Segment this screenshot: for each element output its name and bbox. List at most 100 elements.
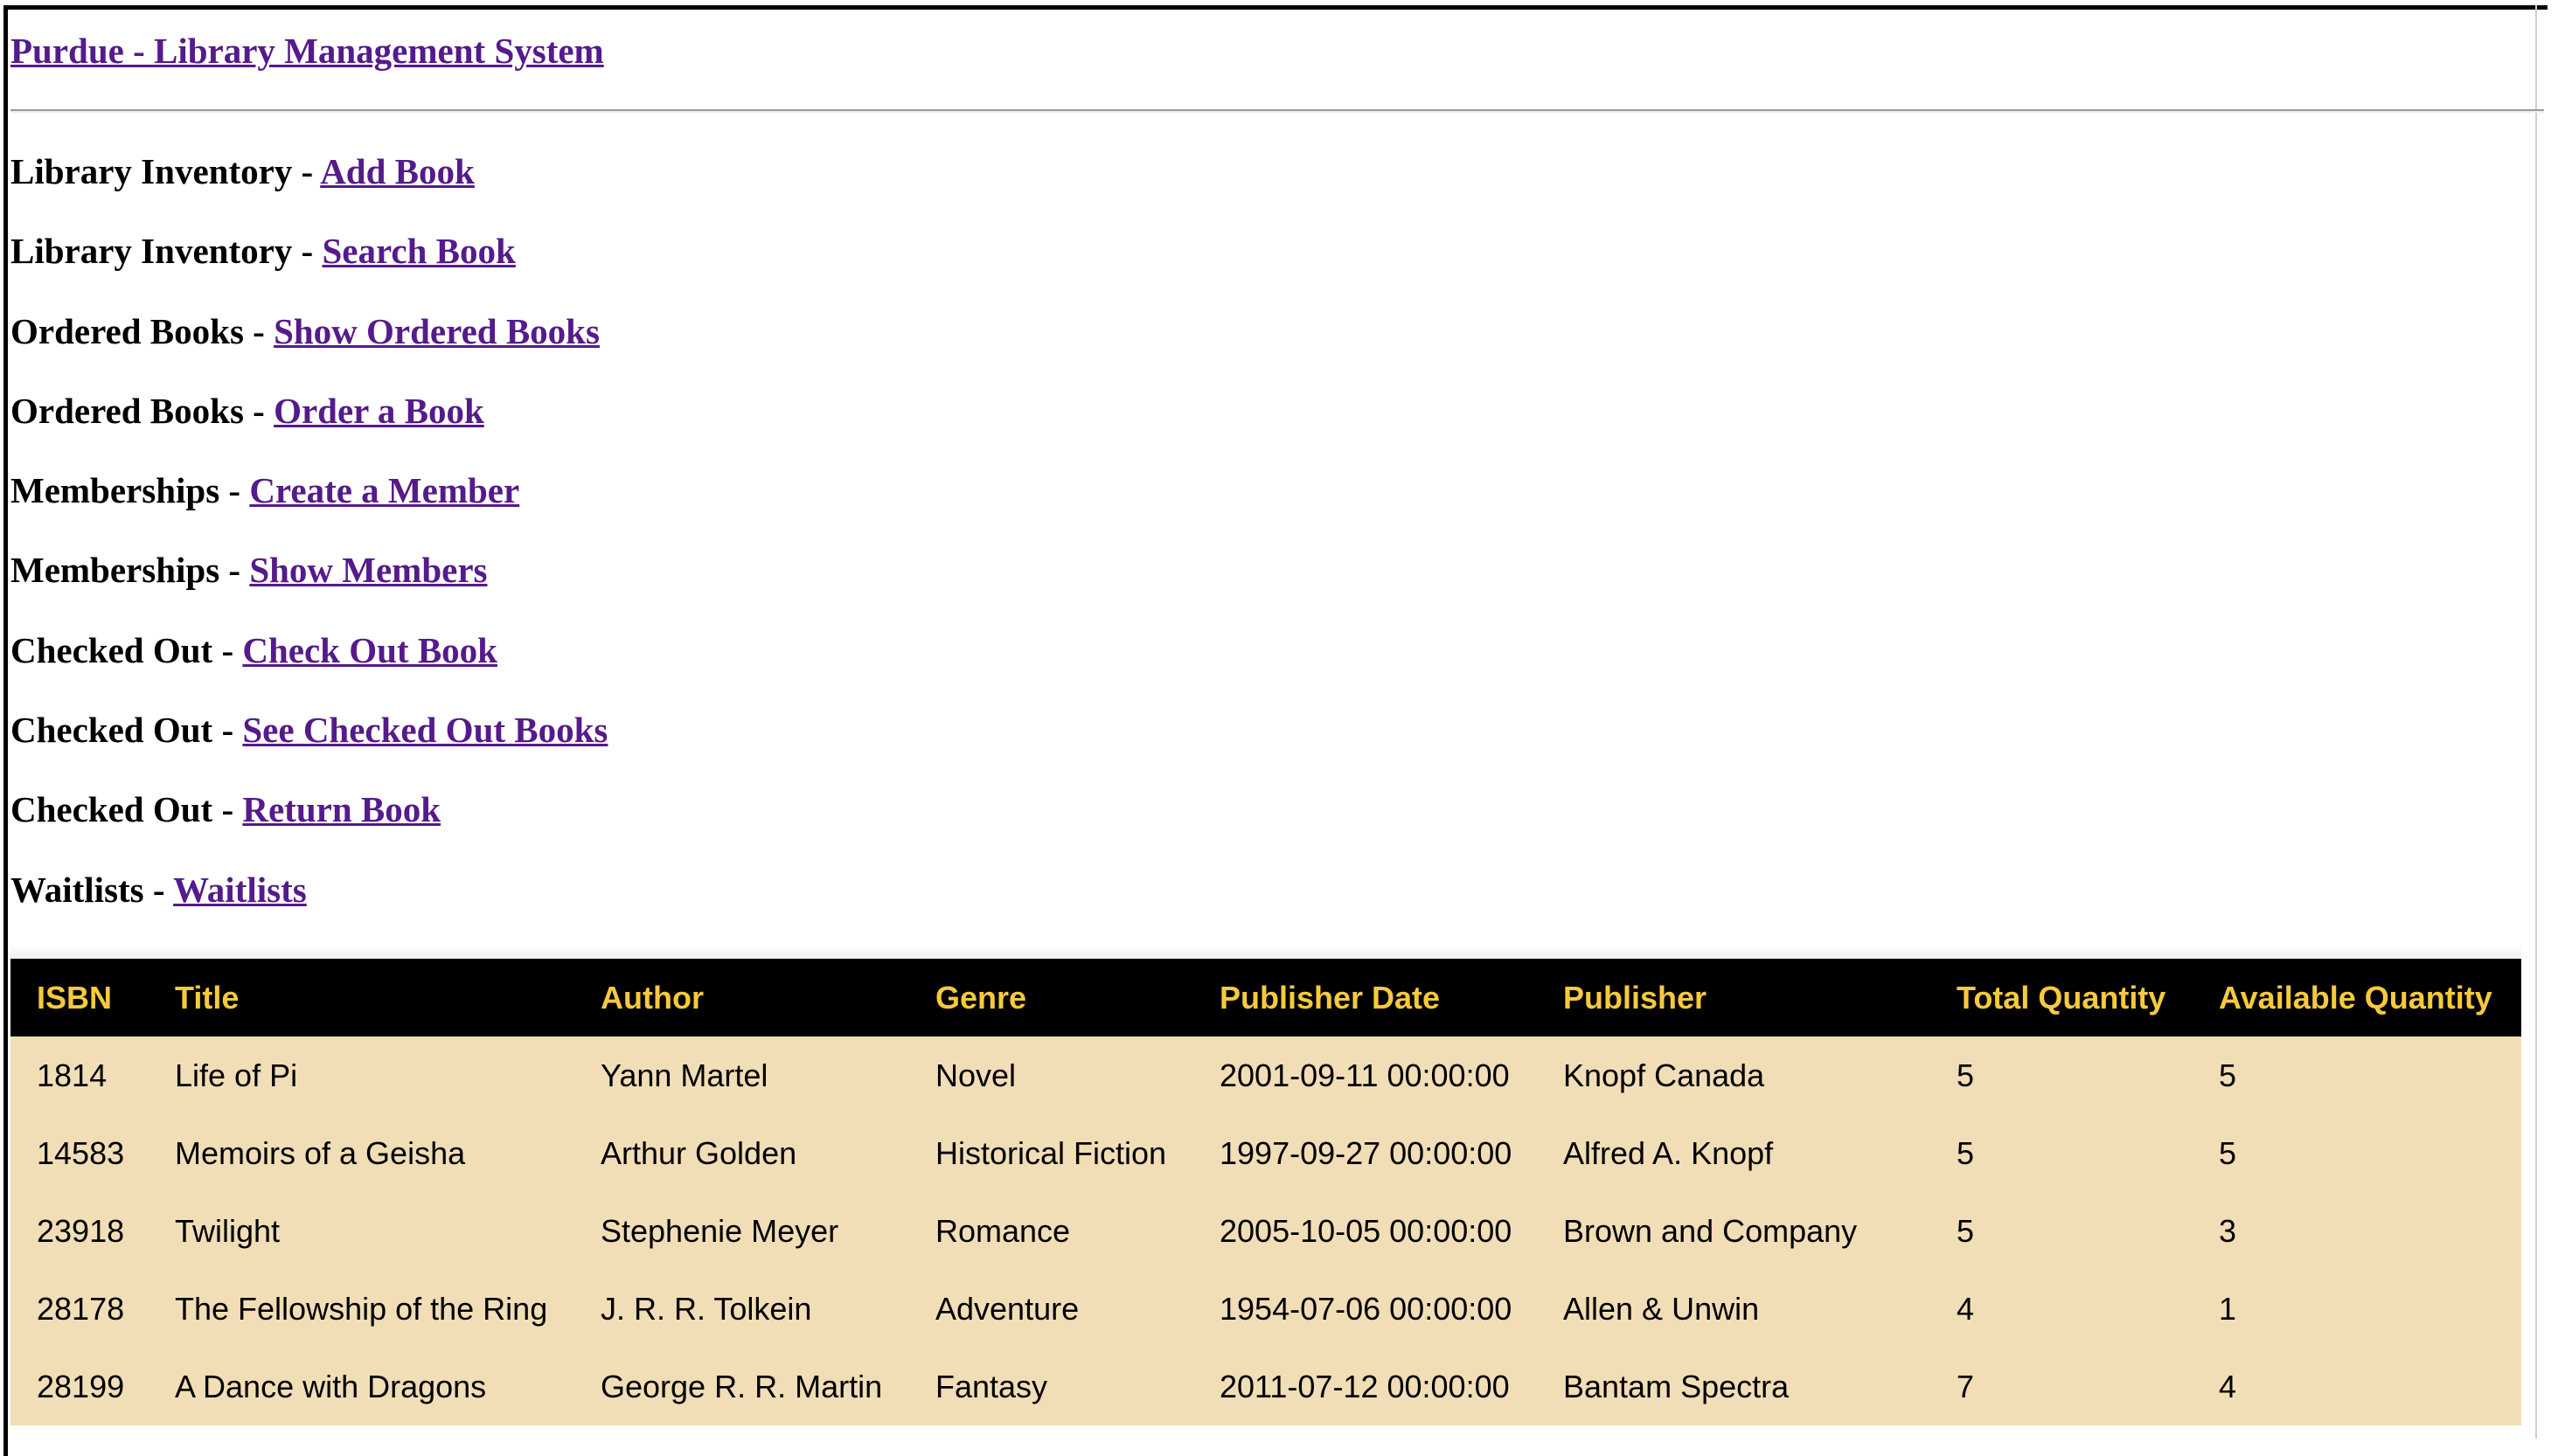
table-cell: Fantasy [909, 1348, 1193, 1425]
column-header: Author [574, 959, 909, 1037]
nav-separator: - [212, 629, 243, 670]
nav-section-label: Library Inventory [10, 151, 293, 191]
nav-link-show-members[interactable]: Show Members [249, 550, 487, 590]
table-cell: Historical Fiction [909, 1114, 1193, 1192]
nav-separator: - [292, 151, 321, 191]
window-edge [2535, 5, 2537, 1439]
table-row: 14583 Memoirs of a Geisha Arthur Golden His… [10, 1114, 2521, 1192]
table-row: 28199 A Dance with Dragons George R. R. Ma… [10, 1348, 2521, 1425]
nav-link-waitlists[interactable]: Waitlists [173, 870, 307, 910]
table-row: 23918 Twilight Stephenie Meyer Romance 2005-… [10, 1192, 2521, 1270]
table-cell: Yann Martel [574, 1037, 909, 1114]
nav-section-label: Memberships [10, 550, 220, 591]
nav-separator: - [143, 869, 174, 910]
table-cell: 28178 [10, 1270, 149, 1348]
table-cell: 1954-07-06 00:00:00 [1193, 1270, 1537, 1348]
table-row: 28178 The Fellowship of the Ring J. R. R. … [10, 1270, 2521, 1348]
table-cell: Stephenie Meyer [574, 1192, 909, 1270]
nav-row: Library Inventory - Add Book [10, 150, 608, 230]
nav-link-add-book[interactable]: Add Book [320, 151, 475, 191]
table-cell: Adventure [909, 1270, 1193, 1348]
nav-row: Library Inventory - Search Book [10, 230, 608, 309]
table-cell: 4 [1930, 1270, 2193, 1348]
table-cell: 2001-09-11 00:00:00 [1193, 1037, 1537, 1114]
nav-section-label: Checked Out [10, 789, 213, 830]
column-header: Genre [909, 959, 1193, 1037]
nav-section-label: Ordered Books [10, 390, 244, 431]
nav-link-create-a-member[interactable]: Create a Member [249, 470, 519, 510]
nav-section-label: Library Inventory [10, 231, 293, 272]
table-cell: The Fellowship of the Ring [149, 1270, 574, 1348]
table-cell: 4 [2193, 1348, 2521, 1425]
table-cell: 28199 [10, 1348, 149, 1425]
table-cell: Memoirs of a Geisha [149, 1114, 574, 1192]
column-header: Total Quantity [1930, 959, 2193, 1037]
nav-row: Checked Out - Return Book [10, 788, 608, 868]
table-cell: 3 [2193, 1192, 2521, 1270]
nav-row: Checked Out - Check Out Book [10, 629, 608, 709]
nav-separator: - [219, 470, 250, 511]
table-cell: 5 [1930, 1114, 2193, 1192]
nav-section-label: Checked Out [10, 710, 213, 751]
table-cell: Arthur Golden [574, 1114, 909, 1192]
table-cell: Bantam Spectra [1537, 1348, 1930, 1425]
column-header: Publisher Date [1193, 959, 1537, 1037]
table-cell: Twilight [149, 1192, 574, 1270]
books-table: ISBN Title Author Genre Publisher Date Publis… [10, 959, 2521, 1425]
divider [10, 109, 2544, 113]
table-cell: 7 [1930, 1348, 2193, 1425]
table-cell: Alfred A. Knopf [1537, 1114, 1930, 1192]
table-cell: 5 [1930, 1192, 2193, 1270]
table-shadow [10, 946, 2521, 959]
table-cell: 2005-10-05 00:00:00 [1193, 1192, 1537, 1270]
nav-list: Library Inventory - Add Book Library Inve… [10, 150, 608, 948]
table-header-row: ISBN Title Author Genre Publisher Date Publis… [10, 959, 2521, 1037]
table-cell: Romance [909, 1192, 1193, 1270]
table-cell: 2011-07-12 00:00:00 [1193, 1348, 1537, 1425]
table-cell: George R. R. Martin [574, 1348, 909, 1425]
nav-link-return-book[interactable]: Return Book [242, 789, 441, 829]
table-row: 1814 Life of Pi Yann Martel Novel 2001-09-11… [10, 1037, 2521, 1114]
nav-separator: - [219, 550, 250, 591]
table-cell: Knopf Canada [1537, 1037, 1930, 1114]
nav-row: Ordered Books - Show Ordered Books [10, 310, 608, 390]
table-cell: Novel [909, 1037, 1193, 1114]
nav-section-label: Checked Out [10, 629, 213, 670]
nav-separator: - [292, 231, 323, 272]
nav-row: Checked Out - See Checked Out Books [10, 709, 608, 788]
nav-link-search-book[interactable]: Search Book [322, 231, 515, 271]
nav-row: Waitlists - Waitlists [10, 869, 608, 948]
table-cell: 14583 [10, 1114, 149, 1192]
nav-section-label: Waitlists [10, 869, 144, 910]
nav-link-order-a-book[interactable]: Order a Book [274, 391, 484, 431]
nav-link-check-out-book[interactable]: Check Out Book [242, 630, 497, 670]
nav-separator: - [243, 310, 275, 351]
nav-row: Memberships - Show Members [10, 549, 608, 628]
nav-link-show-ordered-books[interactable]: Show Ordered Books [274, 311, 600, 351]
table-cell: 5 [2193, 1114, 2521, 1192]
nav-row: Memberships - Create a Member [10, 469, 608, 549]
nav-separator: - [212, 789, 243, 830]
table-cell: Allen & Unwin [1537, 1270, 1930, 1348]
table-cell: J. R. R. Tolkein [574, 1270, 909, 1348]
column-header: Title [149, 959, 574, 1037]
nav-section-label: Memberships [10, 470, 220, 511]
table-cell: 23918 [10, 1192, 149, 1270]
nav-separator: - [243, 390, 275, 431]
nav-section-label: Ordered Books [10, 310, 244, 351]
nav-separator: - [212, 710, 243, 751]
table-cell: Brown and Company [1537, 1192, 1930, 1270]
table-cell: Life of Pi [149, 1037, 574, 1114]
table-cell: 5 [1930, 1037, 2193, 1114]
table-cell: 1997-09-27 00:00:00 [1193, 1114, 1537, 1192]
table-cell: 1814 [10, 1037, 149, 1114]
column-header: Available Quantity [2193, 959, 2521, 1037]
column-header: ISBN [10, 959, 149, 1037]
home-title-link[interactable]: Purdue - Library Management System [10, 30, 604, 72]
table-cell: 1 [2193, 1270, 2521, 1348]
nav-row: Ordered Books - Order a Book [10, 390, 608, 469]
nav-link-see-checked-out-books[interactable]: See Checked Out Books [242, 710, 608, 750]
table-cell: A Dance with Dragons [149, 1348, 574, 1425]
table-cell: 5 [2193, 1037, 2521, 1114]
column-header: Publisher [1537, 959, 1930, 1037]
